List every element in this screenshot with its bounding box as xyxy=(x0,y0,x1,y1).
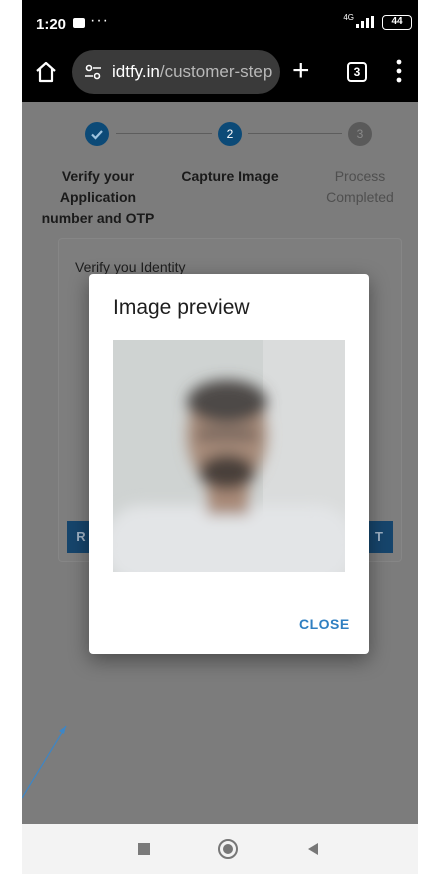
status-time: 1:20 xyxy=(36,16,67,33)
card-title: Verify you Identity xyxy=(75,259,186,275)
captured-photo xyxy=(113,340,345,572)
step-1-label: Verify your Application number and OTP xyxy=(41,168,155,226)
step-3-circle: 3 xyxy=(348,122,372,146)
annotation-arrow xyxy=(22,725,67,799)
step-2-circle: 2 xyxy=(218,122,242,146)
system-navigation-bar xyxy=(22,824,418,874)
recent-apps-button[interactable] xyxy=(138,843,150,855)
network-type: 4G xyxy=(343,13,354,22)
tab-switcher-button[interactable]: 3 xyxy=(347,62,367,82)
check-icon xyxy=(91,130,103,140)
step-connector xyxy=(248,133,342,134)
address-bar[interactable]: idtfy.in/customer-step xyxy=(72,50,280,94)
battery-icon: 44 xyxy=(382,15,412,30)
browser-menu-icon[interactable] xyxy=(396,58,402,84)
back-button[interactable] xyxy=(308,843,318,855)
dialog-title: Image preview xyxy=(113,296,250,319)
home-icon[interactable] xyxy=(34,60,58,84)
new-tab-button[interactable]: + xyxy=(292,54,310,88)
close-button[interactable]: CLOSE xyxy=(299,616,350,632)
home-button[interactable] xyxy=(218,839,238,859)
step-connector xyxy=(116,133,212,134)
signal-icon xyxy=(356,16,374,28)
more-notifications-indicator: ··· xyxy=(90,12,109,29)
step-3-label: Process Completed xyxy=(326,168,394,205)
step-1-circle xyxy=(85,122,109,146)
browser-toolbar: idtfy.in/customer-step + 3 xyxy=(22,44,418,102)
step-2-label: Capture Image xyxy=(181,168,279,184)
phone-screen: 1:20 ··· 4G 44 idtfy.in/customer-step + … xyxy=(22,0,418,874)
image-preview-dialog: Image preview CLOSE xyxy=(89,274,369,654)
progress-stepper: 2 3 Verify your Application number and O… xyxy=(22,102,418,242)
url-path: /customer-step xyxy=(159,62,273,81)
status-bar: 1:20 ··· 4G 44 xyxy=(22,0,418,44)
site-settings-icon[interactable] xyxy=(84,63,102,81)
url-host: idtfy.in xyxy=(112,62,160,81)
notification-icon xyxy=(73,18,85,28)
submit-button[interactable]: T xyxy=(365,521,393,553)
